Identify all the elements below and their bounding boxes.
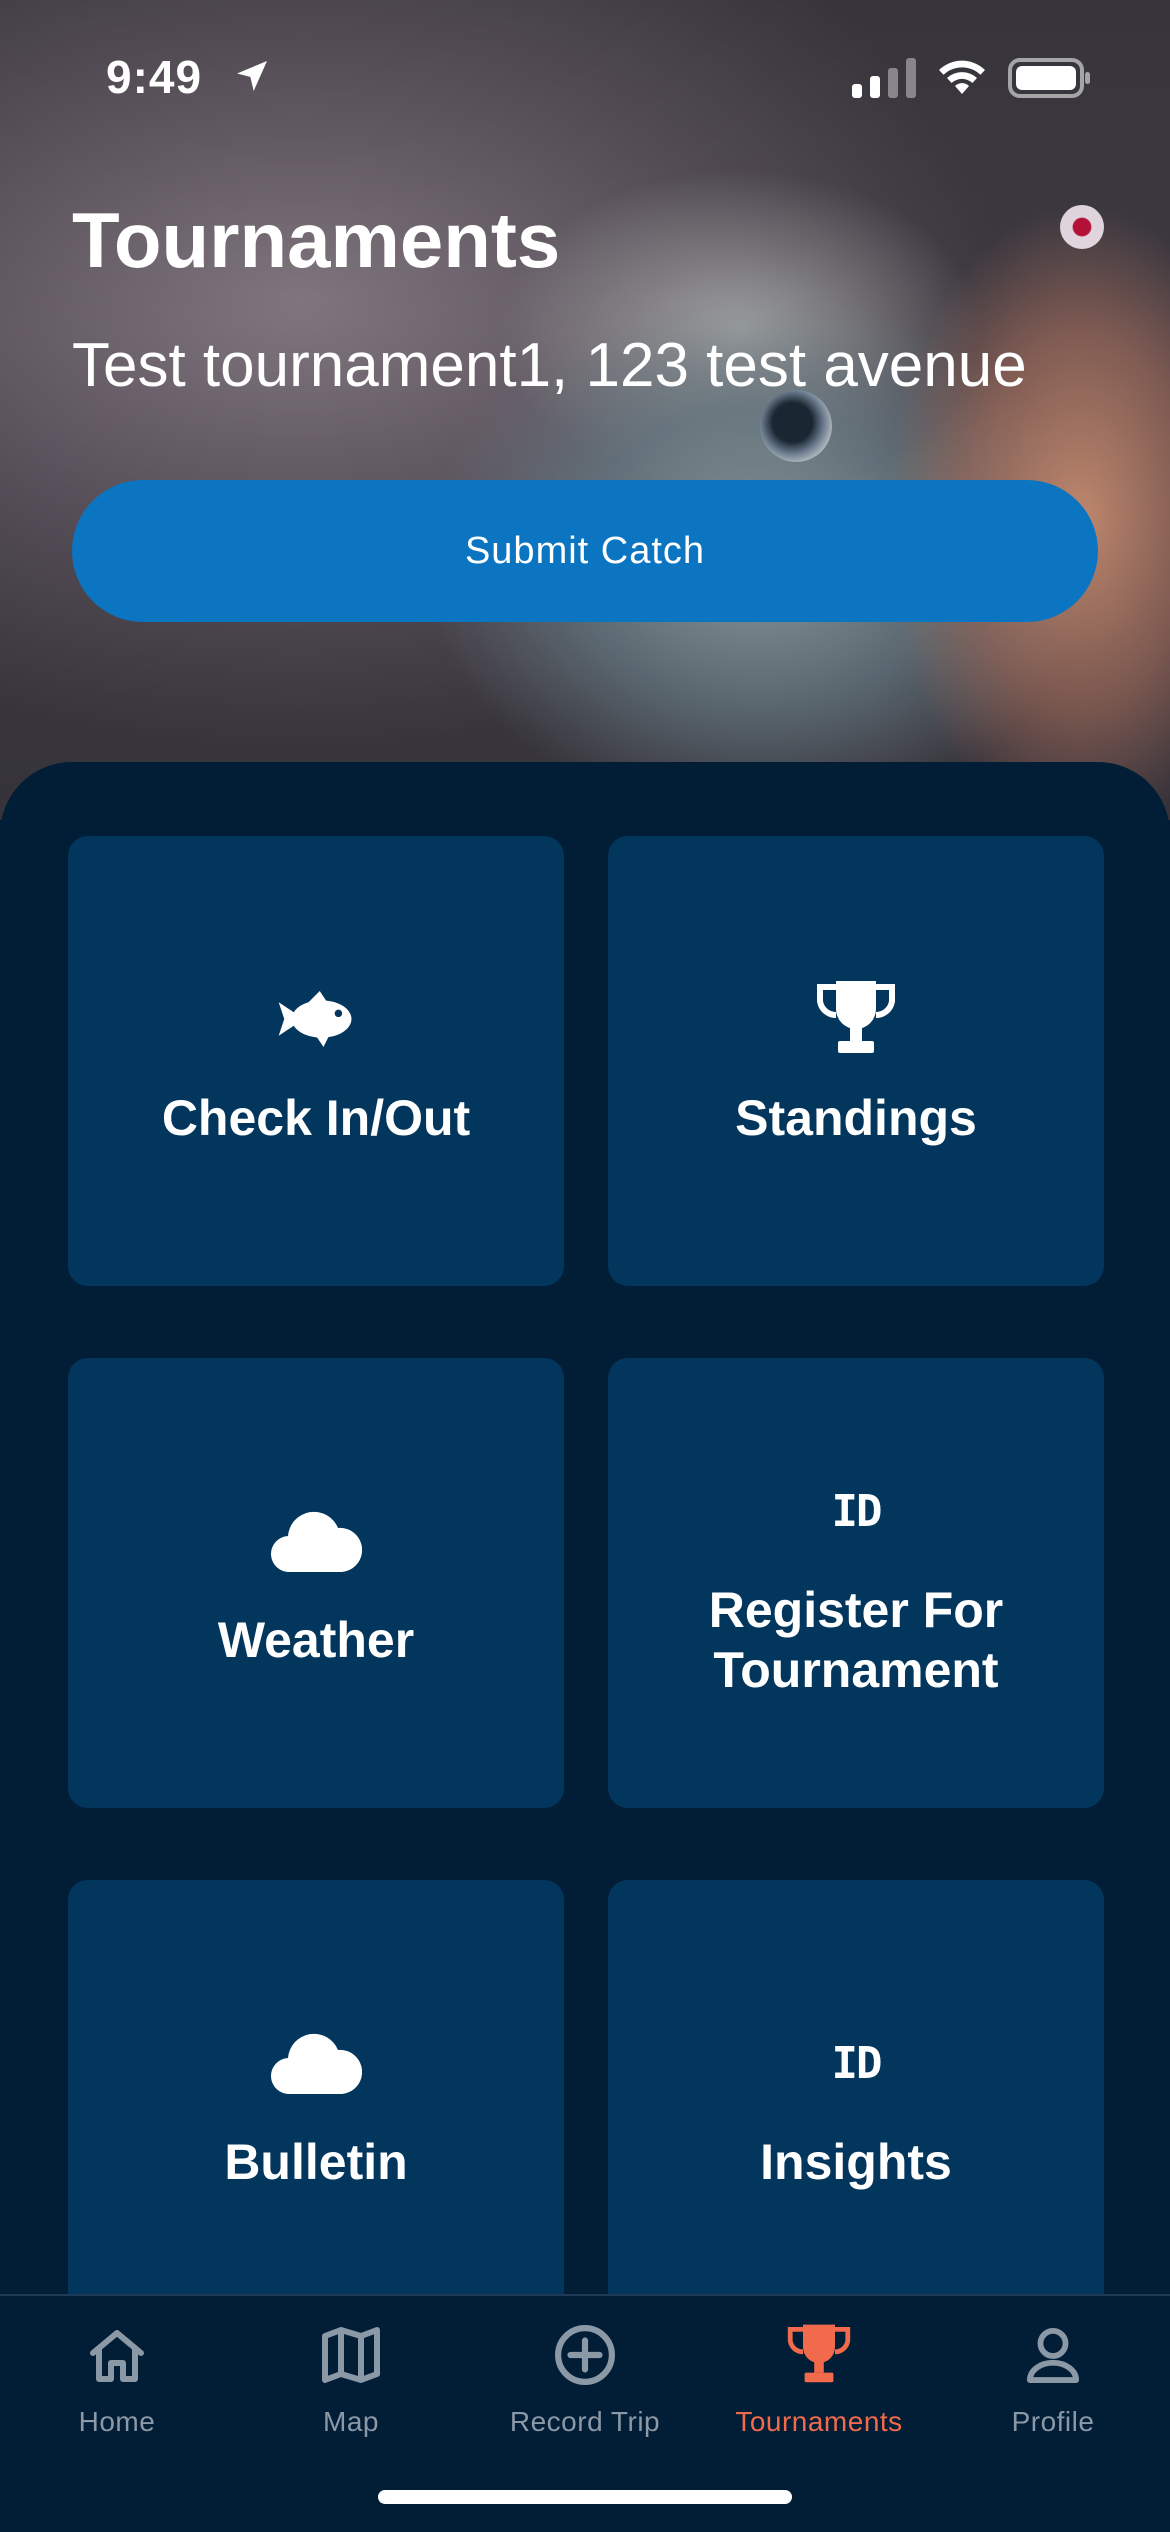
tile-label: Insights xyxy=(760,2134,952,2190)
cellular-signal-icon xyxy=(852,58,916,98)
tab-profile[interactable]: Profile xyxy=(936,2320,1170,2470)
tab-home[interactable]: Home xyxy=(0,2320,234,2470)
tile-check-in-out[interactable]: Check In/Out xyxy=(68,836,564,1286)
submit-catch-button[interactable]: Submit Catch xyxy=(72,480,1098,622)
tile-standings[interactable]: Standings xyxy=(608,836,1104,1286)
tab-tournaments[interactable]: Tournaments xyxy=(702,2320,936,2470)
battery-icon xyxy=(1008,58,1090,98)
tile-bulletin[interactable]: Bulletin xyxy=(68,1880,564,2330)
location-arrow-icon xyxy=(237,61,267,91)
status-time: 9:49 xyxy=(106,51,203,103)
tile-register[interactable]: ID Register For Tournament xyxy=(608,1358,1104,1808)
id-icon: ID xyxy=(831,2037,883,2089)
tile-weather[interactable]: Weather xyxy=(68,1358,564,1808)
status-bar: 9:49 xyxy=(0,0,1170,150)
cloud-icon xyxy=(270,1511,362,1572)
tab-label: Record Trip xyxy=(509,2406,661,2437)
fishing-jig xyxy=(1060,205,1104,249)
trophy-icon xyxy=(787,2324,851,2383)
person-icon xyxy=(1026,2327,1080,2383)
tile-label: Weather xyxy=(217,1612,415,1668)
tournaments-screen: 9:49 Tournaments Test tournament1, 123 t… xyxy=(0,0,1170,2532)
home-indicator xyxy=(378,2490,792,2504)
tile-label: Standings xyxy=(735,1090,977,1146)
fish-icon xyxy=(278,991,352,1047)
plus-circle-icon xyxy=(555,2325,615,2385)
tab-record-trip[interactable]: Record Trip xyxy=(468,2320,702,2470)
page-title: Tournaments xyxy=(72,196,561,284)
id-icon: ID xyxy=(831,1485,883,1537)
cloud-icon xyxy=(270,2033,362,2094)
tab-label: Tournaments xyxy=(735,2406,903,2437)
trophy-icon xyxy=(817,981,895,1053)
tile-label: Register For Tournament xyxy=(708,1582,1004,1698)
home-icon xyxy=(90,2330,144,2382)
tile-insights[interactable]: ID Insights xyxy=(608,1880,1104,2330)
map-icon xyxy=(322,2327,380,2383)
tournament-subtitle: Test tournament1, 123 test avenue xyxy=(72,331,1027,400)
tab-label: Profile xyxy=(1011,2406,1095,2437)
tab-label: Map xyxy=(323,2406,379,2437)
wifi-icon xyxy=(939,60,985,94)
tab-map[interactable]: Map xyxy=(234,2320,468,2470)
tab-label: Home xyxy=(78,2406,156,2437)
tile-label: Check In/Out xyxy=(161,1090,471,1146)
tile-label: Bulletin xyxy=(224,2134,408,2190)
tiles-panel: Check In/Out Standings Weather ID Regist… xyxy=(0,762,1170,2532)
